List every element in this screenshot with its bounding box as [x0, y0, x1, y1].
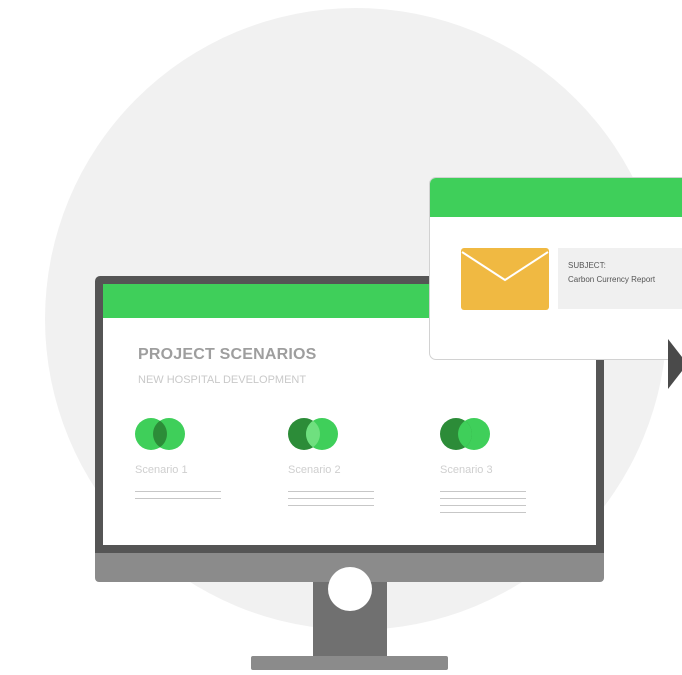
scenario-text-lines	[135, 491, 221, 499]
subject-label: SUBJECT:	[568, 261, 606, 270]
popup-header-bar	[430, 178, 682, 217]
monitor-stand-base	[251, 656, 448, 670]
venn-icon	[288, 417, 408, 451]
page-title: PROJECT SCENARIOS	[138, 346, 317, 363]
scenario-text-lines	[440, 491, 526, 513]
subject-value: Carbon Currency Report	[568, 275, 656, 284]
venn-icon	[135, 417, 255, 451]
page-subtitle: NEW HOSPITAL DEVELOPMENT	[138, 374, 307, 386]
scenario-label: Scenario 3	[440, 464, 493, 476]
scenario-card-1[interactable]: Scenario 1	[135, 417, 255, 505]
scenario-label: Scenario 2	[288, 464, 341, 476]
scenario-label: Scenario 1	[135, 464, 188, 476]
envelope-icon	[461, 248, 549, 315]
scenario-card-2[interactable]: Scenario 2	[288, 417, 408, 512]
monitor-stand-notch	[328, 567, 372, 611]
cursor-arrow-icon	[668, 339, 682, 394]
scenario-text-lines	[288, 491, 374, 506]
email-notification-popup[interactable]: SUBJECT: Carbon Currency Report	[429, 177, 682, 360]
email-subject-box: SUBJECT: Carbon Currency Report	[558, 248, 682, 309]
venn-icon	[440, 417, 560, 451]
scenario-card-3[interactable]: Scenario 3	[440, 417, 560, 519]
